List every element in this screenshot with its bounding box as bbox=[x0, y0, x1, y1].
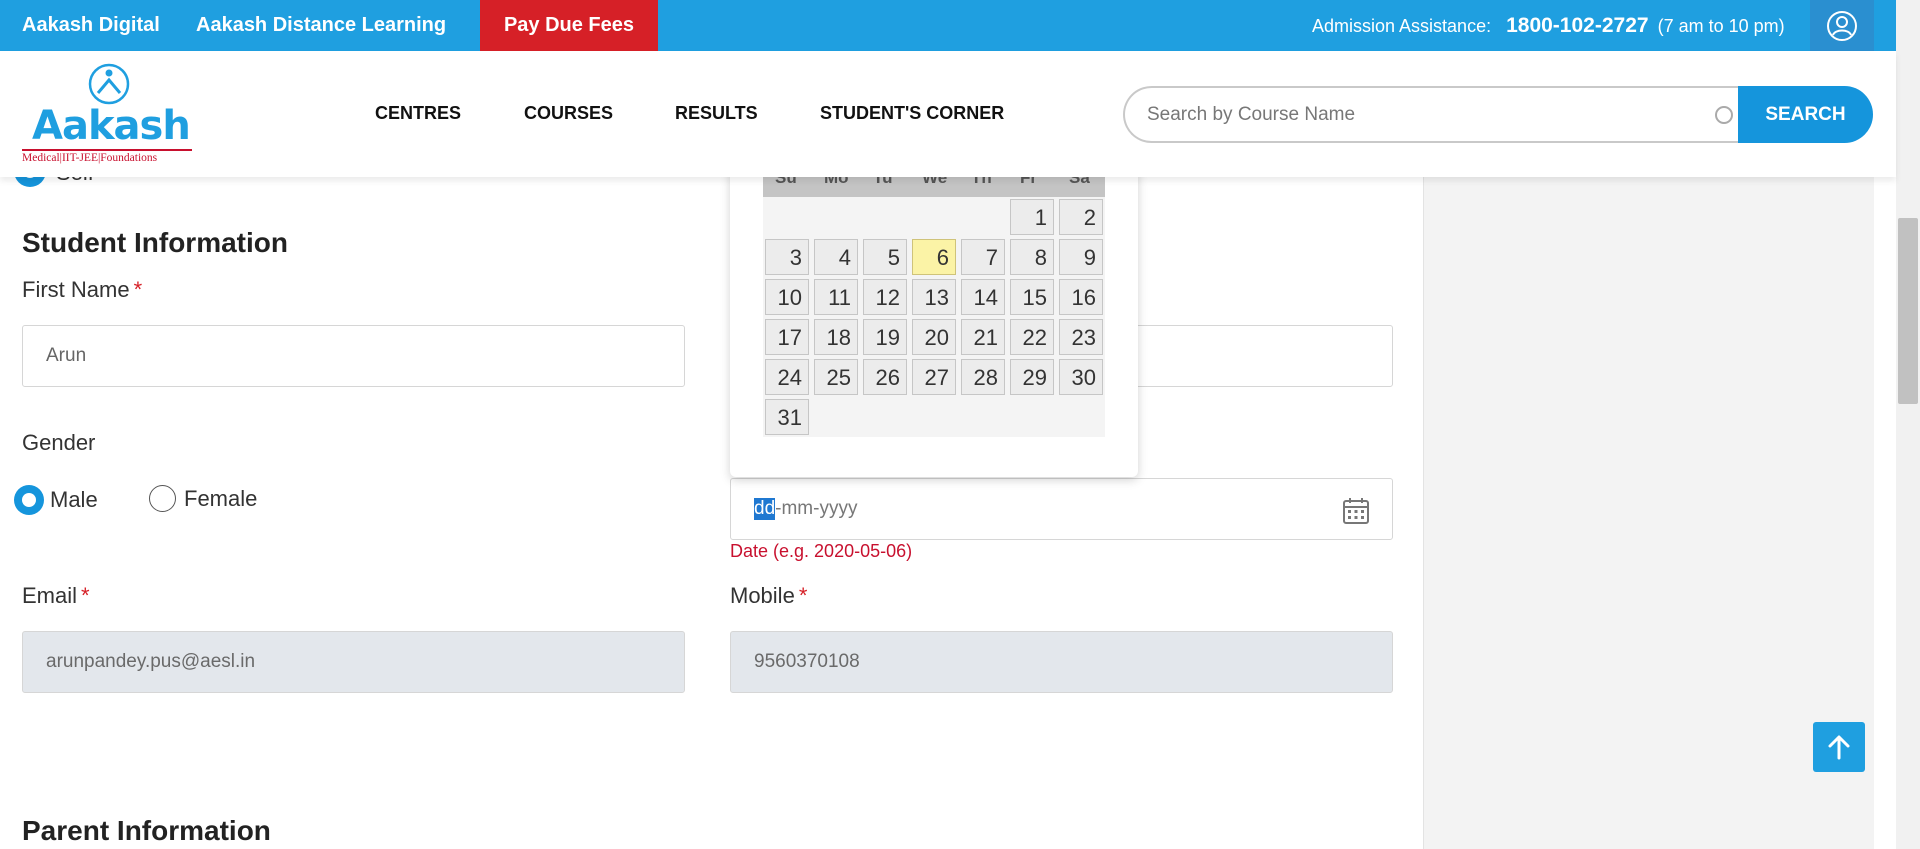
calendar-day[interactable]: 10 bbox=[765, 279, 809, 315]
first-name-field[interactable]: Arun bbox=[22, 325, 685, 387]
gender-male-option[interactable]: Male bbox=[14, 485, 98, 515]
email-label: Email * bbox=[22, 583, 90, 609]
calendar-day[interactable]: 8 bbox=[1010, 239, 1054, 275]
calendar-day[interactable]: 22 bbox=[1010, 319, 1054, 355]
male-radio-label: Male bbox=[50, 487, 98, 512]
aakash-digital-link[interactable]: Aakash Digital bbox=[22, 14, 160, 37]
female-radio-label: Female bbox=[184, 485, 258, 511]
nav-students-corner[interactable]: STUDENT'S CORNER bbox=[820, 103, 1004, 124]
pay-due-fees-button[interactable]: Pay Due Fees bbox=[480, 0, 658, 51]
weekday-header-row: Su Mo Tu We Th Fr Sa bbox=[763, 177, 1105, 197]
email-field: arunpandey.pus@aesl.in bbox=[22, 631, 685, 693]
mobile-field: 9560370108 bbox=[730, 631, 1393, 693]
calendar-day[interactable]: 19 bbox=[863, 319, 907, 355]
right-sidebar bbox=[1423, 177, 1874, 849]
weekday-header: Th bbox=[971, 177, 992, 187]
calendar-day[interactable]: 31 bbox=[765, 399, 809, 435]
student-info-heading: Student Information bbox=[22, 227, 288, 258]
date-picker-popup: Su Mo Tu We Th Fr Sa 1 2 3 4 5 6 7 8 9 10 11 12 13 14 15 16 17… bbox=[730, 165, 1138, 477]
arrow-up-icon bbox=[1828, 735, 1850, 760]
calendar-day[interactable]: 28 bbox=[961, 359, 1005, 395]
required-mark: * bbox=[81, 583, 90, 608]
parent-info-heading: Parent Information bbox=[22, 815, 271, 846]
assistance-phone[interactable]: 1800-102-2727 bbox=[1506, 14, 1648, 37]
calendar-day[interactable]: 29 bbox=[1010, 359, 1054, 395]
female-radio[interactable] bbox=[149, 485, 176, 512]
calendar-day[interactable]: 4 bbox=[814, 239, 858, 275]
calendar-day[interactable]: 16 bbox=[1059, 279, 1103, 315]
nav-centres[interactable]: CENTRES bbox=[375, 103, 461, 124]
calendar-day[interactable]: 24 bbox=[765, 359, 809, 395]
calendar-day[interactable]: 2 bbox=[1059, 199, 1103, 235]
scrollbar-thumb[interactable] bbox=[1898, 218, 1918, 404]
course-search-input[interactable] bbox=[1147, 102, 1687, 128]
calendar-day[interactable]: 25 bbox=[814, 359, 858, 395]
calendar-day[interactable]: 1 bbox=[1010, 199, 1054, 235]
calendar-day[interactable]: 15 bbox=[1010, 279, 1054, 315]
weekday-header: Su bbox=[775, 177, 797, 187]
main-header: Aakash Medical|IIT-JEE|Foundations CENTR… bbox=[0, 51, 1896, 177]
calendar-day[interactable]: 23 bbox=[1059, 319, 1103, 355]
first-name-label-text: First Name bbox=[22, 277, 130, 302]
calendar-day[interactable]: 11 bbox=[814, 279, 858, 315]
weekday-header: We bbox=[922, 177, 948, 187]
nav-courses[interactable]: COURSES bbox=[524, 103, 613, 124]
gender-label: Gender bbox=[22, 430, 96, 455]
calendar-day[interactable]: 27 bbox=[912, 359, 956, 395]
user-circle-icon bbox=[1827, 10, 1857, 41]
calendar-day[interactable]: 30 bbox=[1059, 359, 1103, 395]
mobile-label: Mobile * bbox=[730, 583, 807, 609]
calendar-day[interactable]: 18 bbox=[814, 319, 858, 355]
weekday-header: Tu bbox=[873, 177, 893, 187]
required-mark: * bbox=[798, 583, 808, 608]
back-to-top-button[interactable] bbox=[1813, 722, 1865, 772]
calendar-icon[interactable] bbox=[1342, 497, 1370, 525]
weekday-header: Sa bbox=[1069, 177, 1090, 187]
page-scrollbar[interactable] bbox=[1896, 0, 1920, 849]
aakash-logo-icon bbox=[88, 63, 130, 105]
first-name-label: First Name * bbox=[22, 277, 142, 303]
calendar-day[interactable]: 9 bbox=[1059, 239, 1103, 275]
gender-female-option[interactable]: Female bbox=[149, 485, 257, 512]
male-radio[interactable] bbox=[14, 485, 44, 515]
calendar-day[interactable]: 26 bbox=[863, 359, 907, 395]
calendar-day[interactable]: 17 bbox=[765, 319, 809, 355]
calendar-day[interactable]: 7 bbox=[961, 239, 1005, 275]
dob-format-hint: Date (e.g. 2020-05-06) bbox=[730, 541, 913, 561]
top-bar: Aakash Digital Aakash Distance Learning … bbox=[0, 0, 1896, 51]
dob-day-segment[interactable]: dd bbox=[754, 498, 776, 520]
admission-assistance: Admission Assistance: 1800-102-2727 (7 a… bbox=[1312, 14, 1785, 38]
calendar-day[interactable]: 21 bbox=[961, 319, 1005, 355]
calendar-day[interactable]: 14 bbox=[961, 279, 1005, 315]
calendar-day[interactable]: 3 bbox=[765, 239, 809, 275]
distance-learning-link[interactable]: Aakash Distance Learning bbox=[196, 14, 446, 37]
calendar-grid: 1 2 3 4 5 6 7 8 9 10 11 12 13 14 15 16 17 18 19 20 21 22 23 24 2… bbox=[763, 197, 1105, 437]
dob-field[interactable]: dd -mm-yyyy bbox=[730, 478, 1393, 540]
weekday-header: Mo bbox=[824, 177, 849, 187]
user-account-button[interactable] bbox=[1810, 0, 1874, 51]
calendar-day[interactable]: 20 bbox=[912, 319, 956, 355]
assistance-label: Admission Assistance: bbox=[1312, 16, 1492, 36]
calendar-day[interactable]: 5 bbox=[863, 239, 907, 275]
aakash-logo[interactable]: Aakash Medical|IIT-JEE|Foundations bbox=[22, 63, 192, 164]
course-search-box bbox=[1123, 86, 1738, 143]
nav-results[interactable]: RESULTS bbox=[675, 103, 758, 124]
mobile-label-text: Mobile bbox=[730, 583, 795, 608]
calendar-day-today[interactable]: 6 bbox=[912, 239, 956, 275]
email-label-text: Email bbox=[22, 583, 78, 608]
assistance-hours: (7 am to 10 pm) bbox=[1657, 16, 1785, 36]
search-clear-icon[interactable] bbox=[1715, 106, 1733, 124]
search-button[interactable]: SEARCH bbox=[1738, 86, 1873, 143]
calendar-day[interactable]: 13 bbox=[912, 279, 956, 315]
logo-wordmark: Aakash bbox=[32, 103, 191, 149]
logo-tagline: Medical|IIT-JEE|Foundations bbox=[22, 149, 192, 164]
calendar-day[interactable]: 12 bbox=[863, 279, 907, 315]
required-mark: * bbox=[133, 277, 143, 302]
weekday-header: Fr bbox=[1020, 177, 1037, 187]
dob-month-year-segment[interactable]: -mm-yyyy bbox=[775, 498, 857, 520]
